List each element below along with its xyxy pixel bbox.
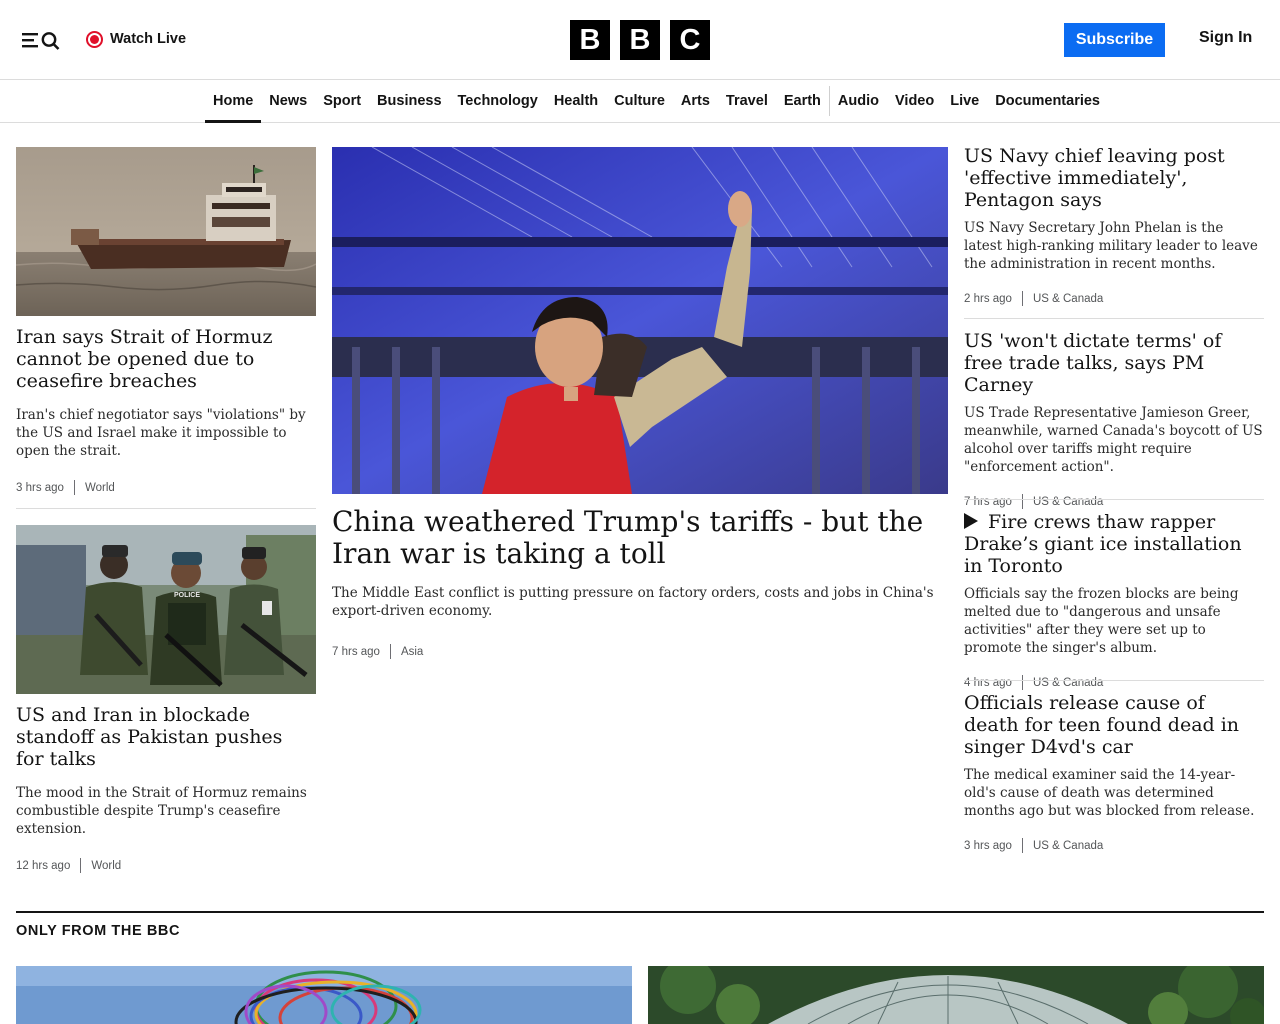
site-header: Watch Live B B C Subscribe Sign In <box>0 0 1280 80</box>
bracelets-image[interactable] <box>16 966 632 1024</box>
story-time: 3 hrs ago <box>16 481 64 494</box>
meta-separator <box>389 644 391 659</box>
nav-item-arts[interactable]: Arts <box>673 80 718 122</box>
story-time: 12 hrs ago <box>16 859 71 872</box>
main-navigation: Home News Sport Business Technology Health Cul… <box>0 80 1280 123</box>
story-section-link[interactable]: US & Canada <box>1033 840 1103 852</box>
meta-separator <box>1021 494 1023 509</box>
story-section-link[interactable]: US & Canada <box>1033 293 1103 305</box>
story-section-link[interactable]: Asia <box>401 646 423 658</box>
menu-search-icon[interactable] <box>20 28 64 52</box>
ship-image[interactable] <box>16 147 316 316</box>
nav-item-sport[interactable]: Sport <box>315 80 369 122</box>
meta-separator <box>1021 675 1023 690</box>
nav-item-video[interactable]: Video <box>887 80 942 122</box>
meta-separator <box>1021 291 1023 306</box>
nav-item-business[interactable]: Business <box>369 80 449 122</box>
story-summary: US Navy Secretary John Phelan is the lat… <box>964 220 1258 272</box>
story-time: 7 hrs ago <box>332 645 380 658</box>
watch-live-link[interactable]: Watch Live <box>86 28 186 50</box>
story-divider <box>964 499 1264 500</box>
story-d4vd[interactable]: Officials release cause of death for tee… <box>964 692 1264 853</box>
nav-item-culture[interactable]: Culture <box>606 80 673 122</box>
story-time: 4 hrs ago <box>964 676 1012 689</box>
story-divider <box>964 318 1264 319</box>
nav-item-travel[interactable]: Travel <box>718 80 776 122</box>
story-meta: 7 hrs ago Asia <box>332 644 948 659</box>
meta-separator <box>73 480 75 495</box>
story-blockade[interactable]: US and Iran in blockade standoff as Paki… <box>16 704 316 873</box>
story-divider <box>16 508 316 509</box>
only-from-bbc-heading: ONLY FROM THE BBC <box>16 923 181 939</box>
factory-worker-image[interactable] <box>332 147 948 494</box>
story-divider <box>964 680 1264 681</box>
story-summary: The mood in the Strait of Hormuz remains… <box>16 785 307 837</box>
subscribe-button[interactable]: Subscribe <box>1064 23 1165 57</box>
section-rule <box>16 911 1264 913</box>
jewel-waterfall-image[interactable] <box>648 966 1264 1024</box>
story-section-link[interactable]: US & Canada <box>1033 677 1103 689</box>
play-video-icon <box>964 513 978 529</box>
nav-list: Home News Sport Business Technology Health Cul… <box>205 80 1108 123</box>
story-carney-trade[interactable]: US 'won't dictate terms' of free trade t… <box>964 330 1264 509</box>
live-indicator-icon <box>86 30 103 48</box>
story-navy-chief[interactable]: US Navy chief leaving post 'effective im… <box>964 145 1264 306</box>
main-story-summary: The Middle East conflict is putting pres… <box>332 585 934 619</box>
story-headline[interactable]: Iran says Strait of Hormuz cannot be ope… <box>16 326 316 392</box>
police-image[interactable]: POLICE <box>16 525 316 694</box>
nav-item-home[interactable]: Home <box>205 80 262 123</box>
story-headline[interactable]: US 'won't dictate terms' of free trade t… <box>964 330 1264 396</box>
story-meta: 3 hrs ago US & Canada <box>964 838 1264 853</box>
main-story-headline[interactable]: China weathered Trump's tariffs - but th… <box>332 506 948 570</box>
story-meta: 4 hrs ago US & Canada <box>964 675 1264 690</box>
nav-item-news[interactable]: News <box>261 80 315 122</box>
story-summary: Officials say the frozen blocks are bein… <box>964 586 1239 656</box>
nav-item-live[interactable]: Live <box>942 80 987 122</box>
police-badge-text: POLICE <box>174 592 200 599</box>
story-drake-ice[interactable]: Fire crews thaw rapper Drake’s giant ice… <box>964 511 1264 690</box>
story-headline[interactable]: US and Iran in blockade standoff as Paki… <box>16 704 316 770</box>
story-headline-text: Fire crews thaw rapper Drake’s giant ice… <box>964 511 1242 577</box>
nav-item-audio[interactable]: Audio <box>830 80 887 122</box>
nav-item-documentaries[interactable]: Documentaries <box>987 80 1108 122</box>
story-time: 3 hrs ago <box>964 839 1012 852</box>
story-time: 2 hrs ago <box>964 292 1012 305</box>
nav-item-earth[interactable]: Earth <box>776 80 829 122</box>
story-summary: The medical examiner said the 14-year-ol… <box>964 767 1255 819</box>
story-headline[interactable]: Fire crews thaw rapper Drake’s giant ice… <box>964 511 1264 577</box>
story-section-link[interactable]: US & Canada <box>1033 496 1103 508</box>
watch-live-label: Watch Live <box>110 31 187 47</box>
logo-letter-c: C <box>670 20 710 60</box>
story-meta: 3 hrs ago World <box>16 480 316 495</box>
logo-letter-b2: B <box>620 20 660 60</box>
story-hormuz[interactable]: Iran says Strait of Hormuz cannot be ope… <box>16 326 316 495</box>
story-section-link[interactable]: World <box>91 860 121 872</box>
story-meta: 2 hrs ago US & Canada <box>964 291 1264 306</box>
story-china-tariffs[interactable]: China weathered Trump's tariffs - but th… <box>332 506 948 659</box>
logo-letter-b1: B <box>570 20 610 60</box>
story-summary: US Trade Representative Jamieson Greer, … <box>964 405 1263 475</box>
bbc-logo[interactable]: B B C <box>570 20 710 60</box>
sign-in-link[interactable]: Sign In <box>1199 29 1252 47</box>
story-meta: 12 hrs ago World <box>16 858 316 873</box>
meta-separator <box>80 858 82 873</box>
story-summary: Iran's chief negotiator says "violations… <box>16 407 306 459</box>
nav-item-health[interactable]: Health <box>546 80 606 122</box>
story-meta: 7 hrs ago US & Canada <box>964 494 1264 509</box>
story-time: 7 hrs ago <box>964 495 1012 508</box>
meta-separator <box>1021 838 1023 853</box>
story-headline[interactable]: US Navy chief leaving post 'effective im… <box>964 145 1264 211</box>
story-headline[interactable]: Officials release cause of death for tee… <box>964 692 1264 758</box>
nav-item-technology[interactable]: Technology <box>450 80 546 122</box>
story-section-link[interactable]: World <box>85 482 115 494</box>
